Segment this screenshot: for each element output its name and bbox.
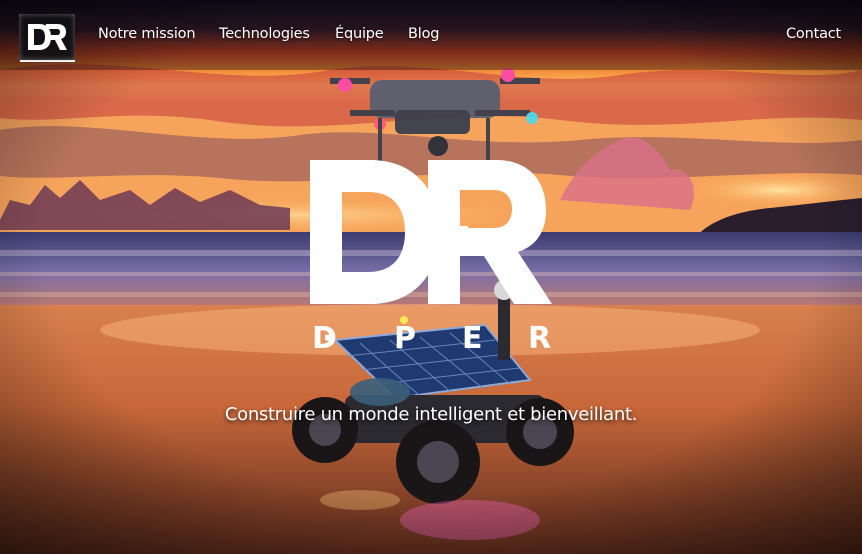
nav-link-notre-mission[interactable]: Notre mission <box>98 26 196 42</box>
nav-link-technologies[interactable]: Technologies <box>219 26 310 42</box>
brand-sub-letter-e: E <box>462 321 483 356</box>
brand-shared-bar <box>428 226 468 256</box>
hero-section: Notre mission Technologies Équipe Blog C… <box>0 0 862 554</box>
nav-link-contact[interactable]: Contact <box>786 26 841 42</box>
dr-logo-icon <box>28 24 67 50</box>
nav-logo[interactable] <box>19 14 75 60</box>
svg-text:·: · <box>322 321 333 356</box>
brand-sub-letter-p: P <box>394 321 416 356</box>
nav-link-equipe[interactable]: Équipe <box>335 26 384 42</box>
hero-tagline: Construire un monde intelligent et bienv… <box>224 404 638 425</box>
hero-brand-logo: D · P E R <box>310 160 552 356</box>
logo-underline <box>20 60 75 62</box>
brand-sub-letter-r: R <box>528 321 551 356</box>
top-navigation: Notre mission Technologies Équipe Blog C… <box>0 0 862 70</box>
nav-link-blog[interactable]: Blog <box>408 26 439 42</box>
brand-letter-d <box>310 160 440 304</box>
